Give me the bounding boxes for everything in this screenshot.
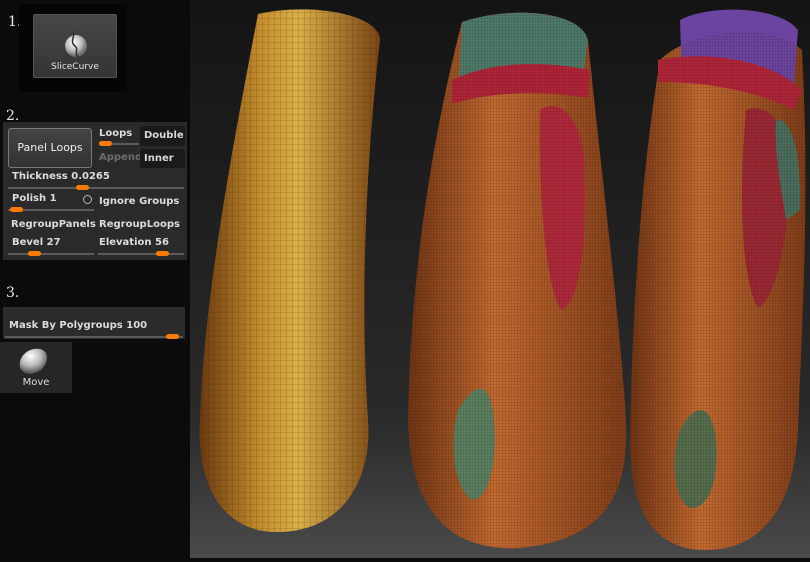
mask-slider-knob[interactable] <box>166 334 179 339</box>
polish-slider-knob[interactable] <box>10 207 23 212</box>
viewport-canvas[interactable] <box>190 0 810 558</box>
elevation-slider-label[interactable]: Elevation 56 <box>99 237 169 248</box>
loops-label: Loops <box>99 128 133 139</box>
polish-slider-label[interactable]: Polish 1 <box>12 193 57 204</box>
append-button[interactable]: Append <box>99 152 142 163</box>
mask-label: Mask By Polygroups <box>9 320 123 331</box>
bevel-slider-label[interactable]: Bevel 27 <box>12 237 61 248</box>
elevation-slider-knob[interactable] <box>156 251 169 256</box>
regroup-loops-button[interactable]: RegroupLoops <box>99 219 180 230</box>
model-sliced-mesh <box>408 12 627 549</box>
slice-curve-button[interactable]: SliceCurve <box>33 14 117 78</box>
bevel-value: 27 <box>46 237 61 248</box>
mask-slider-label[interactable]: Mask By Polygroups 100 <box>9 320 147 331</box>
inner-button[interactable]: Inner <box>140 149 185 168</box>
elevation-slider-track[interactable] <box>98 253 184 255</box>
mask-value: 100 <box>126 320 148 331</box>
thickness-slider-knob[interactable] <box>76 185 89 190</box>
step-3-marker: 3. <box>6 285 20 301</box>
ignore-groups-button[interactable]: Ignore Groups <box>99 196 179 207</box>
move-brush-label: Move <box>22 377 50 388</box>
regroup-panels-button[interactable]: RegroupPanels <box>11 219 96 230</box>
thickness-slider-label[interactable]: Thickness 0.0265 <box>12 171 110 182</box>
model-panel-loops-mesh <box>630 9 806 551</box>
polish-value: 1 <box>49 193 57 204</box>
slice-curve-label: SliceCurve <box>51 62 99 72</box>
polish-label: Polish <box>12 193 47 204</box>
bevel-label: Bevel <box>12 237 44 248</box>
panel-loops-button[interactable]: Panel Loops <box>8 128 92 168</box>
thickness-slider-track[interactable] <box>8 187 184 189</box>
slice-curve-icon <box>65 30 87 58</box>
move-brush-icon <box>19 348 47 374</box>
elevation-value: 56 <box>155 237 169 248</box>
elevation-label: Elevation <box>99 237 152 248</box>
move-brush-button[interactable]: Move <box>0 342 72 393</box>
model-base-mesh <box>199 9 380 533</box>
polish-radio-icon[interactable] <box>83 195 92 204</box>
bevel-slider-track[interactable] <box>8 253 94 255</box>
thickness-label: Thickness <box>12 171 68 182</box>
model-renders <box>199 9 806 551</box>
thickness-value: 0.0265 <box>71 171 110 182</box>
bevel-slider-knob[interactable] <box>28 251 41 256</box>
double-button[interactable]: Double <box>140 126 185 146</box>
loops-slider-knob[interactable] <box>99 141 112 146</box>
mask-slider-track[interactable] <box>5 336 183 338</box>
